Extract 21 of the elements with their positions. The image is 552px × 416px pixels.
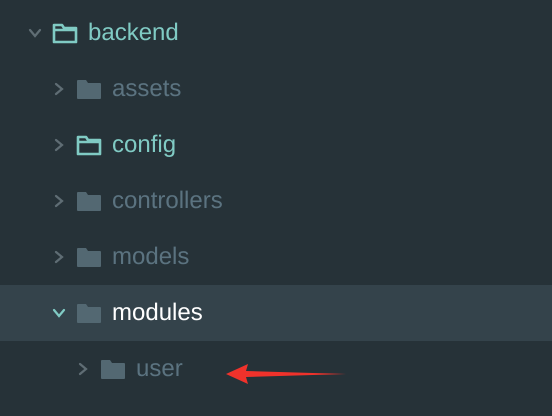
tree-item[interactable]: controllers [0,173,552,229]
tree-item[interactable]: backend [0,5,552,61]
tree-item[interactable]: config [0,117,552,173]
chevron-right-icon[interactable] [52,194,66,208]
tree-item[interactable]: models [0,229,552,285]
folder-name: user [136,355,183,383]
folder-name: config [112,131,176,159]
folder-name: modules [112,299,203,327]
folder-name: assets [112,75,182,103]
tree-item[interactable]: user [0,341,552,397]
chevron-right-icon[interactable] [52,138,66,152]
chevron-right-icon[interactable] [52,82,66,96]
tree-item[interactable]: assets [0,61,552,117]
chevron-right-icon[interactable] [52,250,66,264]
folder-name: backend [88,19,179,47]
chevron-right-icon[interactable] [76,362,90,376]
chevron-down-icon[interactable] [28,26,42,40]
chevron-down-icon[interactable] [52,306,66,320]
folder-name: models [112,243,190,271]
folder-name: controllers [112,187,223,215]
tree-item[interactable]: modules [0,285,552,341]
